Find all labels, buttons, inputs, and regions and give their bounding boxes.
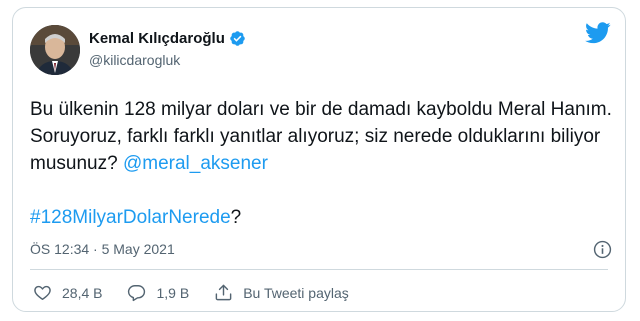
hashtag-suffix: ? (230, 207, 242, 228)
action-bar: 28,4 B 1,9 B Bu Tweeti paylaş (33, 283, 374, 302)
divider (30, 269, 608, 270)
tweet-body: Bu ülkenin 128 milyar doları ve bir de d… (30, 99, 612, 174)
like-button[interactable]: 28,4 B (33, 283, 102, 302)
reply-button[interactable]: 1,9 B (127, 283, 189, 302)
tweet-card: Kemal Kılıçdaroğlu @kilicdarogluk Bu ülk… (12, 7, 626, 312)
heart-icon (34, 285, 51, 300)
hashtag-line: #128MilyarDolarNerede? (30, 204, 241, 231)
hashtag-link[interactable]: #128MilyarDolarNerede (30, 207, 231, 228)
like-count: 28,4 B (62, 284, 103, 301)
avatar[interactable] (30, 25, 80, 75)
twitter-bird-icon[interactable] (585, 22, 611, 44)
mention-link[interactable]: @meral_aksener (123, 153, 268, 174)
share-label: Bu Tweeti paylaş (243, 284, 349, 301)
reply-count: 1,9 B (156, 284, 190, 301)
author-handle[interactable]: @kilicdarogluk (89, 52, 180, 68)
tweet-timestamp[interactable]: ÖS 12:34 · 5 May 2021 (30, 241, 175, 257)
tweet-text: Bu ülkenin 128 milyar doları ve bir de d… (30, 96, 615, 177)
author-name-row[interactable]: Kemal Kılıçdaroğlu (89, 30, 246, 47)
info-icon[interactable] (593, 240, 612, 259)
share-button[interactable]: Bu Tweeti paylaş (214, 283, 349, 302)
author-name[interactable]: Kemal Kılıçdaroğlu (89, 30, 225, 47)
verified-badge-icon (229, 30, 246, 47)
reply-icon (128, 285, 146, 302)
share-icon (215, 284, 232, 301)
